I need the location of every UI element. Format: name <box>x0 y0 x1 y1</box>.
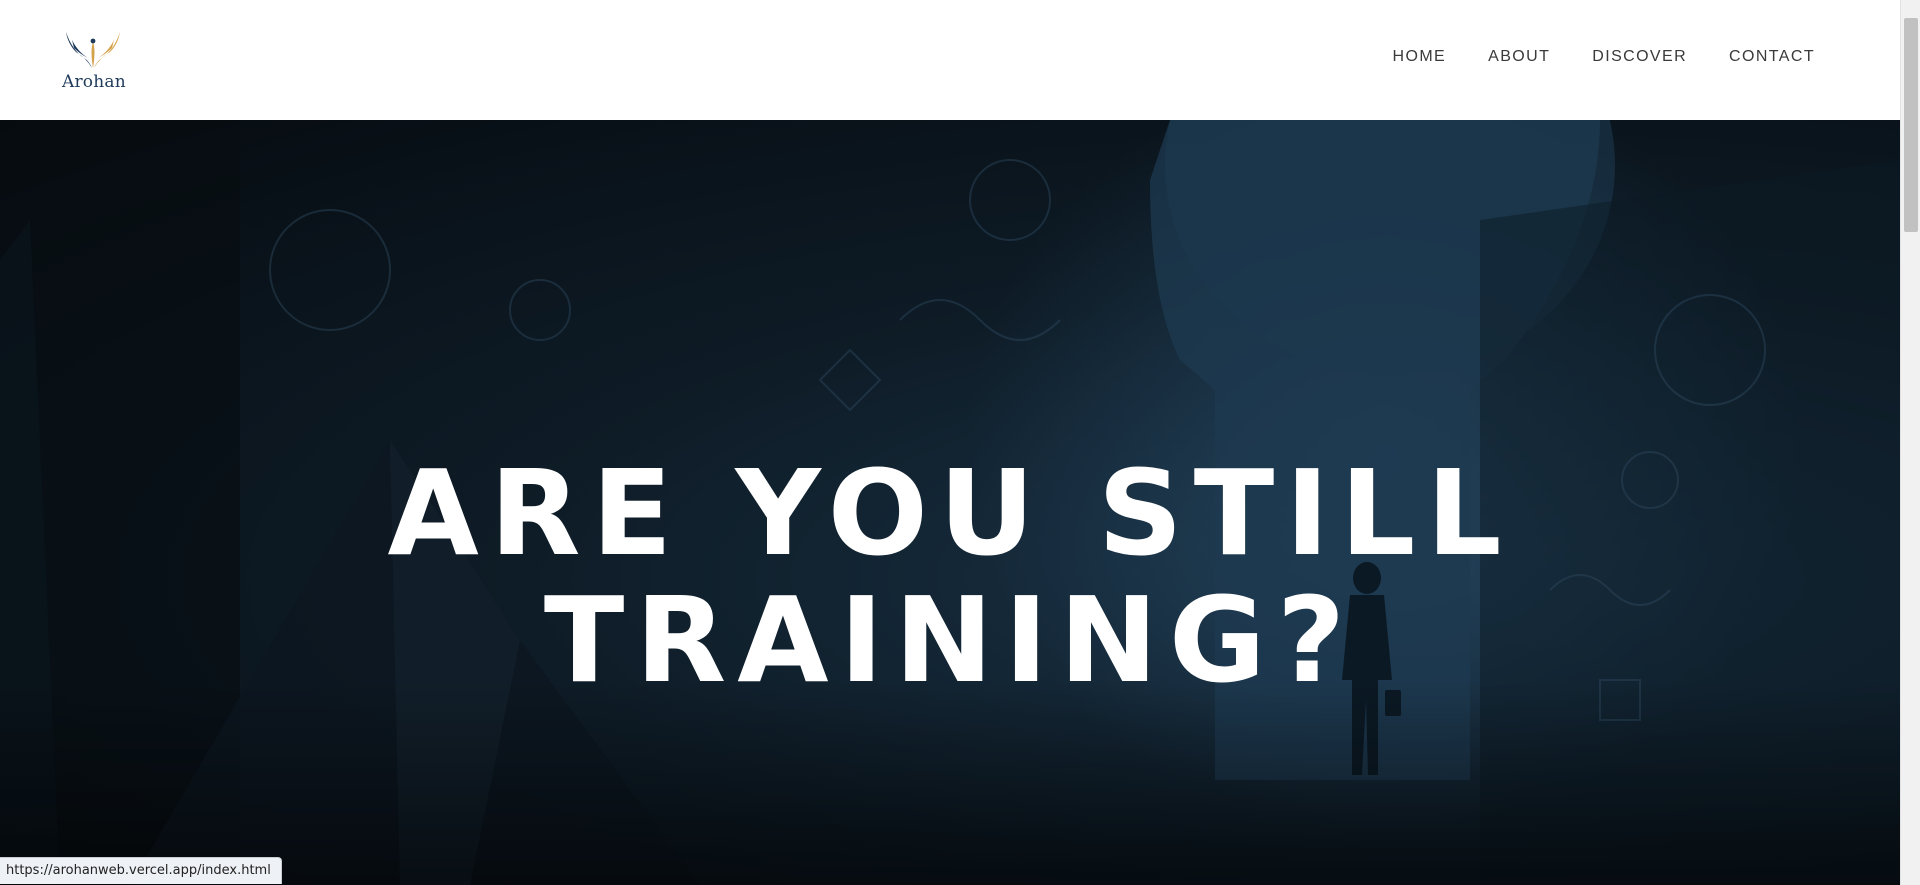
phoenix-logo-icon <box>66 32 120 68</box>
site-header: Arohan HOME ABOUT DISCOVER CONTACT <box>0 0 1900 120</box>
nav-about-link[interactable]: ABOUT <box>1488 48 1550 66</box>
scrollbar-thumb[interactable] <box>1904 18 1918 232</box>
nav-discover-link[interactable]: DISCOVER <box>1592 48 1687 66</box>
vertical-scrollbar[interactable] <box>1900 0 1920 885</box>
hero-section: ARE YOU STILL TRAINING? <box>0 120 1900 885</box>
hero-headline-line-2: TRAINING? <box>543 571 1357 709</box>
link-preview-status: https://arohanweb.vercel.app/index.html <box>0 857 282 884</box>
logo-wordmark: Arohan <box>62 72 126 92</box>
hero-headline-line-1: ARE YOU STILL <box>387 444 1513 582</box>
main-nav: HOME ABOUT DISCOVER CONTACT <box>1351 48 1815 66</box>
page: Arohan HOME ABOUT DISCOVER CONTACT ARE Y… <box>0 0 1920 885</box>
nav-contact-link[interactable]: CONTACT <box>1729 48 1815 66</box>
nav-home-link[interactable]: HOME <box>1393 48 1447 66</box>
hero-headline: ARE YOU STILL TRAINING? <box>0 450 1900 704</box>
logo-link[interactable]: Arohan <box>62 28 126 92</box>
